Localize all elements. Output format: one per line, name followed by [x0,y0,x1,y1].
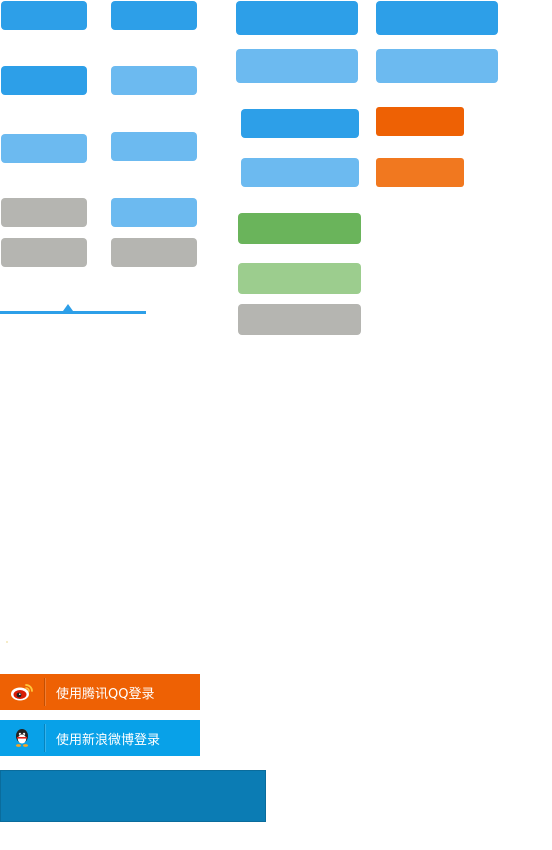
button-blue-light-2[interactable] [1,134,87,163]
button-gray-2[interactable] [1,238,87,267]
button-blue-light-wide-1[interactable] [236,49,358,83]
button-blue-2[interactable] [111,1,197,30]
button-blue-light-wide-2[interactable] [376,49,498,83]
weibo-login-label: 使用新浪微博登录 [56,732,161,748]
qq-login-label: 使用腾讯QQ登录 [56,686,155,702]
button-blue-light-1[interactable] [111,66,197,95]
button-blue-wide-2[interactable] [376,1,498,35]
qq-penguin-icon [0,720,44,756]
qq-login-button[interactable]: 使用腾讯QQ登录 [0,674,200,710]
button-blue-3[interactable] [1,66,87,95]
button-blue-light-4[interactable] [111,198,197,227]
button-gray-3[interactable] [111,238,197,267]
button-blue-1[interactable] [1,1,87,30]
button-blue-wide-1[interactable] [236,1,358,35]
tab-caret-icon [63,304,73,311]
button-orange-light[interactable] [376,158,464,187]
button-gray-1[interactable] [1,198,87,227]
tab-underline [0,311,146,314]
weibo-login-button[interactable]: 使用新浪微博登录 [0,720,200,756]
decorative-dot [6,641,8,643]
button-blue-light-medium[interactable] [241,158,359,187]
button-gray-wide[interactable] [238,304,361,335]
weibo-icon [0,674,44,710]
button-orange[interactable] [376,107,464,136]
button-green-light[interactable] [238,263,361,294]
button-blue-light-3[interactable] [111,132,197,161]
button-blue-medium[interactable] [241,109,359,138]
large-action-bar[interactable] [0,770,266,822]
button-green[interactable] [238,213,361,244]
